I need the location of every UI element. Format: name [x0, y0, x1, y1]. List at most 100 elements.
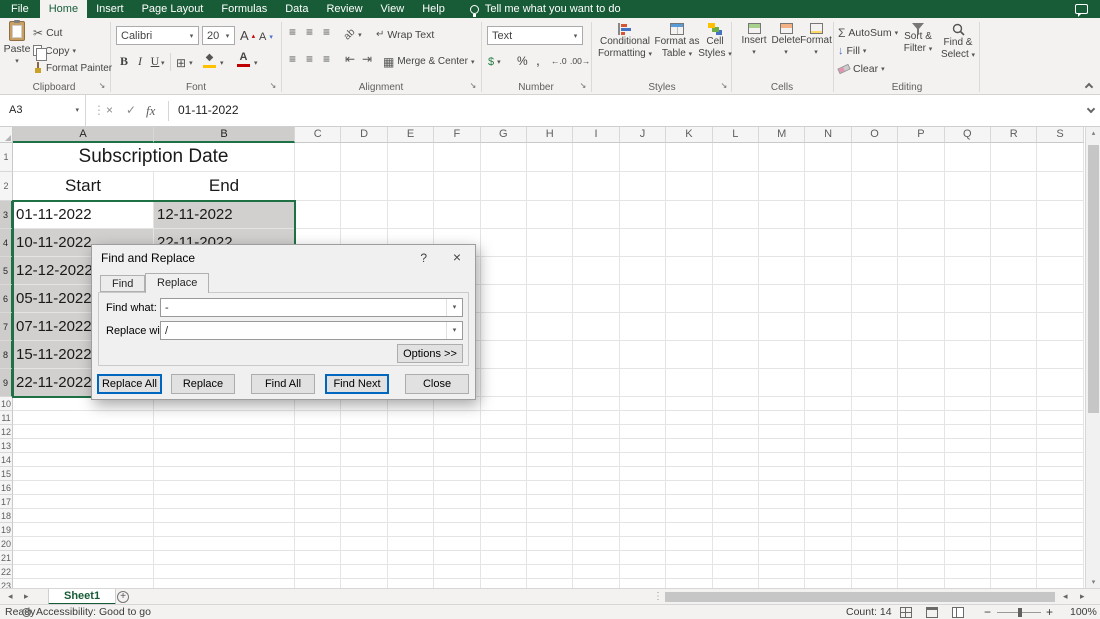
cell-K5[interactable] [666, 257, 713, 285]
cell-Q22[interactable] [944, 565, 991, 579]
cell-H2[interactable] [527, 172, 574, 201]
cell-L21[interactable] [712, 551, 759, 565]
column-header-E[interactable]: E [387, 127, 435, 143]
cell-S2[interactable] [1037, 172, 1084, 201]
cell-E11[interactable] [387, 411, 435, 425]
find-select-button[interactable]: Find & Select ▾ [940, 23, 976, 61]
cell-Q6[interactable] [944, 285, 991, 313]
format-cells-button[interactable]: Format ▾ [800, 23, 832, 58]
accounting-format-button[interactable]: $ ▾ [488, 53, 501, 70]
replace-button[interactable]: Replace [171, 374, 235, 394]
cell-J5[interactable] [619, 257, 667, 285]
decrease-font-button[interactable]: A ▾ [259, 28, 273, 45]
cell-R12[interactable] [991, 425, 1038, 439]
cell-J2[interactable] [619, 172, 667, 201]
cell-B13[interactable] [154, 439, 295, 453]
cell-L5[interactable] [712, 257, 759, 285]
column-header-H[interactable]: H [527, 127, 574, 143]
row-header-8[interactable]: 8 [0, 341, 13, 369]
find-next-button[interactable]: Find Next [325, 374, 389, 394]
decrease-decimal-button[interactable]: .00→ [570, 56, 590, 66]
cell-I21[interactable] [573, 551, 620, 565]
cell-N1[interactable] [805, 143, 852, 172]
cell-N9[interactable] [805, 369, 852, 397]
cell-M10[interactable] [759, 397, 806, 411]
sheet-nav-right-icon[interactable]: ▸ [24, 589, 29, 605]
cell-R23[interactable] [991, 579, 1038, 588]
cell-S21[interactable] [1037, 551, 1084, 565]
merge-center-button[interactable]: ▦ Merge & Center ▾ [383, 53, 474, 70]
add-sheet-button[interactable]: + [117, 591, 129, 603]
cell-A18[interactable] [13, 509, 154, 523]
cell-C18[interactable] [295, 509, 342, 523]
cell-H6[interactable] [527, 285, 574, 313]
cell-H15[interactable] [527, 467, 574, 481]
tab-review[interactable]: Review [317, 0, 371, 18]
cell-D11[interactable] [341, 411, 388, 425]
cell-N10[interactable] [805, 397, 852, 411]
cell-E13[interactable] [387, 439, 435, 453]
cell-D21[interactable] [341, 551, 388, 565]
cell-G5[interactable] [480, 257, 527, 285]
cell-I1[interactable] [573, 143, 620, 172]
cell-H4[interactable] [527, 229, 574, 257]
cell-S4[interactable] [1037, 229, 1084, 257]
cell-R14[interactable] [991, 453, 1038, 467]
cell-L9[interactable] [712, 369, 759, 397]
cell-E3[interactable] [387, 201, 435, 229]
cell-G1[interactable] [480, 143, 527, 172]
vertical-scroll-thumb[interactable] [1088, 145, 1099, 413]
row-header-22[interactable]: 22 [0, 565, 13, 579]
cell-R13[interactable] [991, 439, 1038, 453]
cell-J17[interactable] [619, 495, 667, 509]
cell-M3[interactable] [759, 201, 806, 229]
format-as-table-button[interactable]: Format as Table ▾ [654, 23, 700, 60]
cell-N8[interactable] [805, 341, 852, 369]
row-header-12[interactable]: 12 [0, 425, 13, 439]
cell-M21[interactable] [759, 551, 806, 565]
cell-G12[interactable] [480, 425, 527, 439]
cell-C22[interactable] [295, 565, 342, 579]
cell-B22[interactable] [154, 565, 295, 579]
cell-S17[interactable] [1037, 495, 1084, 509]
cell-D16[interactable] [341, 481, 388, 495]
cell-M14[interactable] [759, 453, 806, 467]
cell-K19[interactable] [666, 523, 713, 537]
cell-M20[interactable] [759, 537, 806, 551]
cell-L6[interactable] [712, 285, 759, 313]
cell-D17[interactable] [341, 495, 388, 509]
paste-button[interactable]: Paste ▾ [3, 20, 31, 65]
cell-P5[interactable] [898, 257, 945, 285]
cell-C19[interactable] [295, 523, 342, 537]
cell-O7[interactable] [851, 313, 899, 341]
cell-I22[interactable] [573, 565, 620, 579]
cell-S13[interactable] [1037, 439, 1084, 453]
cell-G23[interactable] [481, 579, 527, 588]
cell-M17[interactable] [759, 495, 806, 509]
cell-D15[interactable] [341, 467, 388, 481]
font-color-button[interactable]: A [237, 51, 250, 67]
cell-E17[interactable] [387, 495, 435, 509]
cell-A19[interactable] [13, 523, 154, 537]
options-button[interactable]: Options >> [397, 344, 463, 363]
cell-I8[interactable] [573, 341, 620, 369]
cell-R20[interactable] [991, 537, 1038, 551]
cell-I10[interactable] [573, 397, 620, 411]
cell-I6[interactable] [573, 285, 620, 313]
cell-F16[interactable] [434, 481, 481, 495]
cell-D13[interactable] [341, 439, 388, 453]
cell-Q15[interactable] [944, 467, 991, 481]
zoom-in-button[interactable]: + [1046, 605, 1053, 619]
cell-K21[interactable] [666, 551, 713, 565]
column-header-K[interactable]: K [666, 127, 713, 143]
cell-K17[interactable] [666, 495, 713, 509]
cell-K8[interactable] [666, 341, 713, 369]
cell-D14[interactable] [341, 453, 388, 467]
alignment-dialog-launcher[interactable]: ↘ [468, 81, 478, 91]
cell-S23[interactable] [1037, 579, 1084, 588]
cell-F22[interactable] [434, 565, 481, 579]
cell-Q17[interactable] [944, 495, 991, 509]
cell-P20[interactable] [898, 537, 945, 551]
cell-F23[interactable] [434, 579, 481, 588]
cell-L11[interactable] [712, 411, 759, 425]
